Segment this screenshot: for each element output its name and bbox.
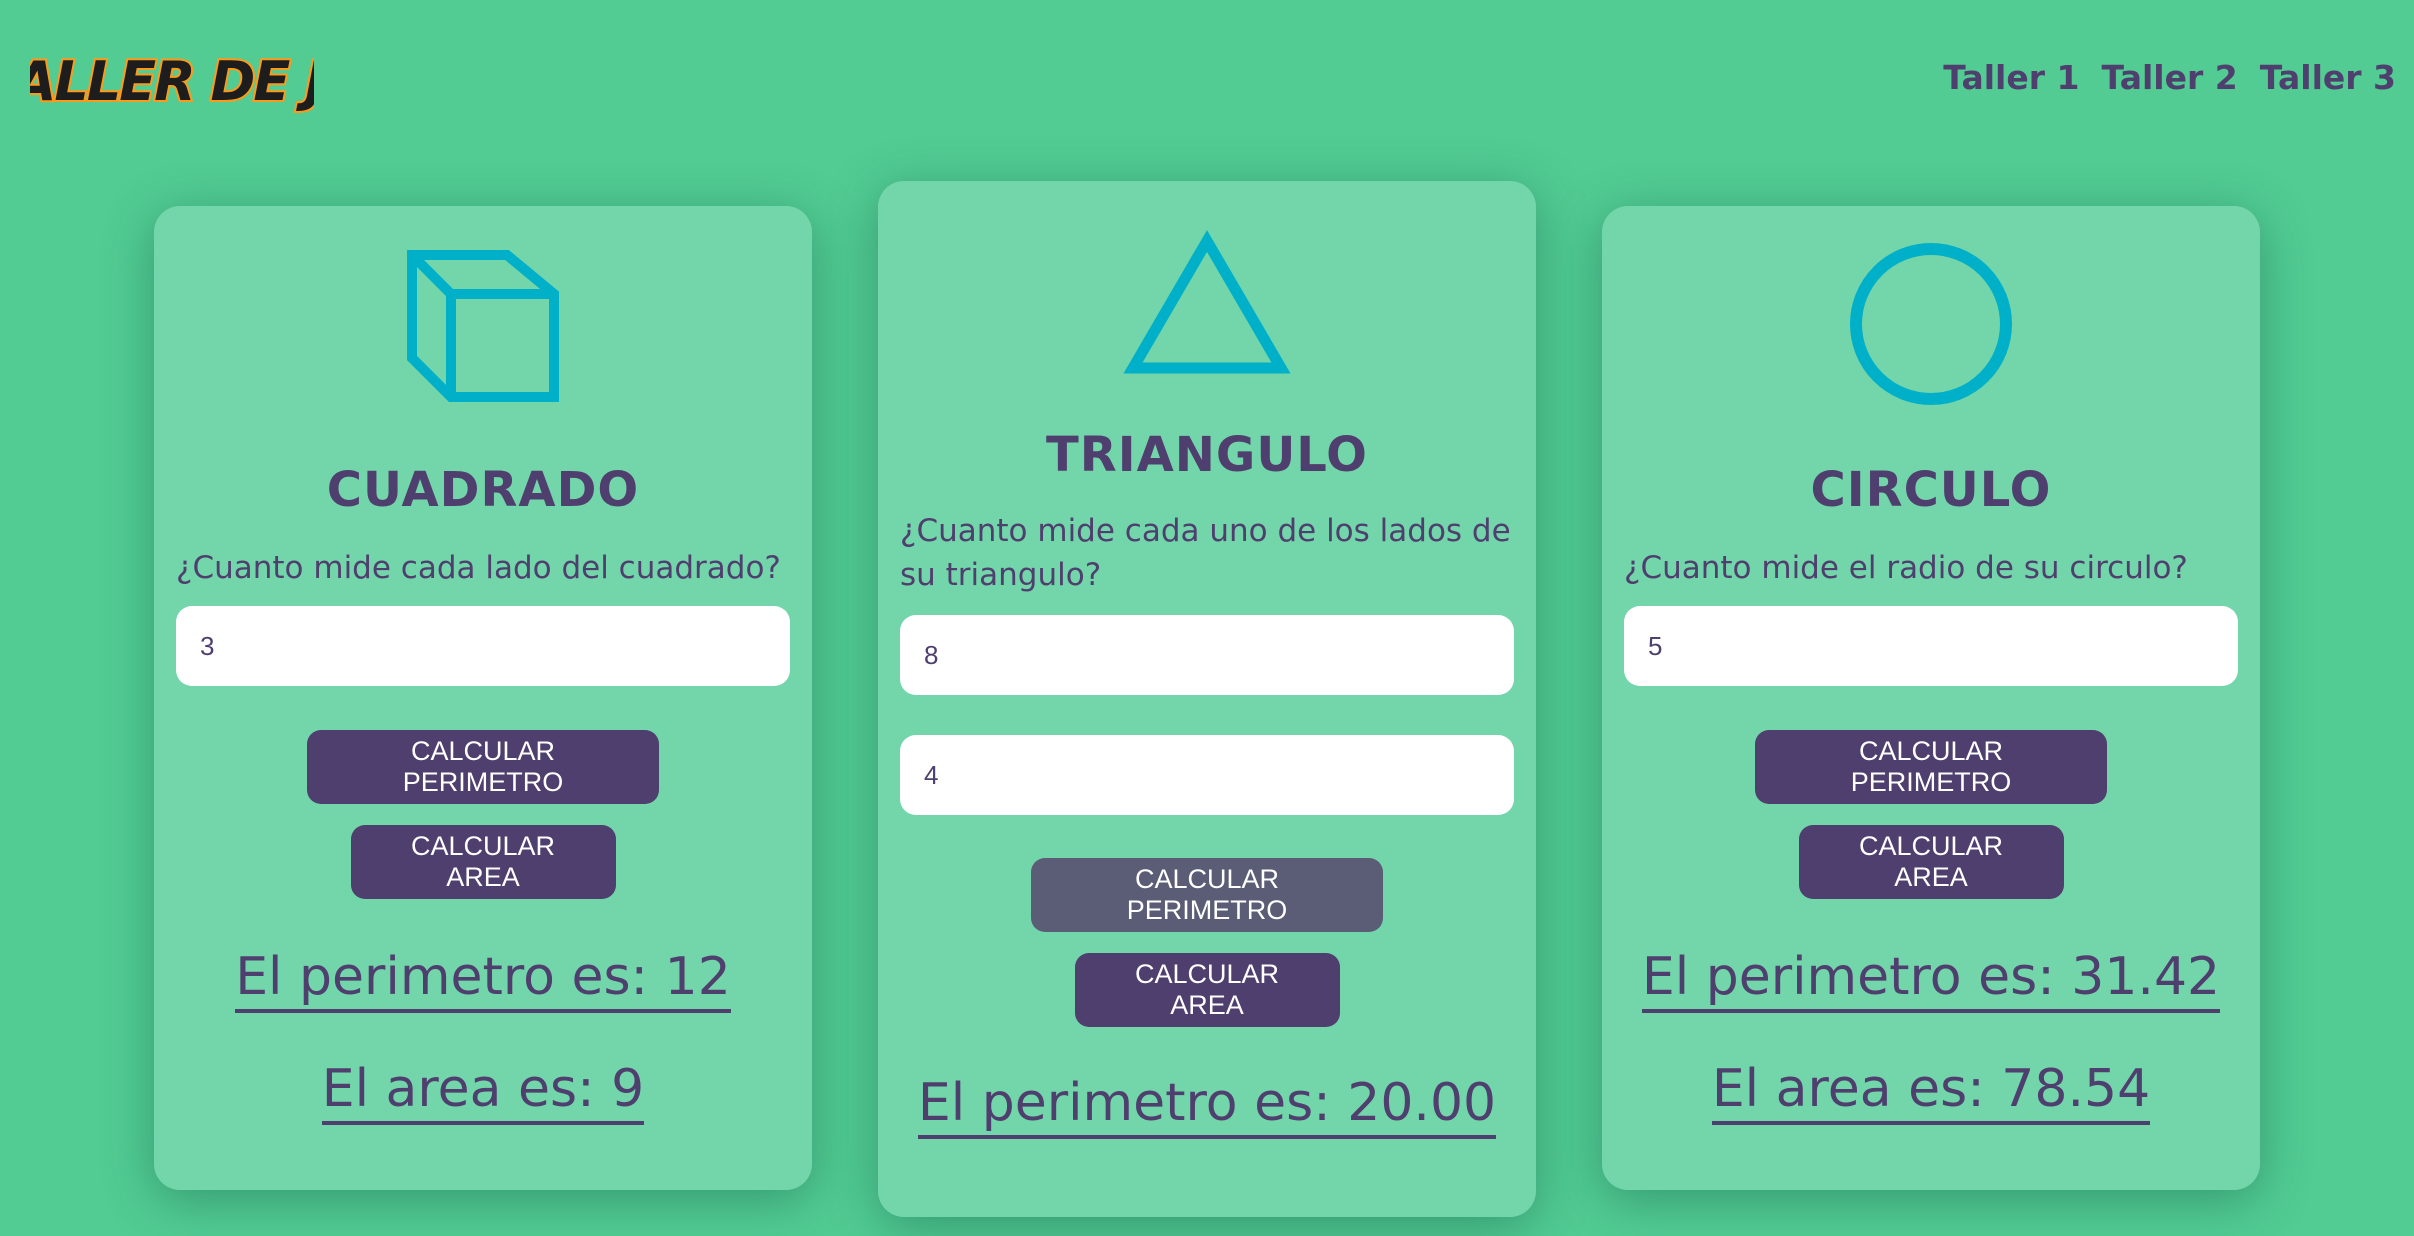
square-calculate-perimeter-button[interactable]: CALCULAR PERIMETRO	[307, 730, 659, 804]
square-side-input[interactable]	[176, 606, 790, 686]
square-perimeter-result: El perimetro es: 12	[235, 945, 731, 1013]
square-calculate-area-button[interactable]: CALCULAR AREA	[350, 825, 616, 899]
nav-link-taller-3[interactable]: Taller 3	[2260, 58, 2396, 97]
circle-perimeter-result: El perimetro es: 31.42	[1641, 945, 2221, 1013]
logo-text: TALLER DE JS	[30, 50, 314, 113]
triangle-perimeter-result: El perimetro es: 20.00	[917, 1071, 1497, 1139]
circle-radius-input[interactable]	[1624, 606, 2238, 686]
square-question: ¿Cuanto mide cada lado del cuadrado?	[176, 550, 781, 586]
logo-graphic: TALLER DE JS	[30, 48, 314, 115]
triangle-calculate-area-button[interactable]: CALCULAR AREA	[1074, 953, 1340, 1027]
triangle-icon	[1123, 230, 1291, 374]
triangle-base-input[interactable]	[900, 735, 1514, 815]
triangle-card: TRIANGULO ¿Cuanto mide cada uno de los l…	[878, 181, 1536, 1217]
circle-calculate-perimeter-button[interactable]: CALCULAR PERIMETRO	[1755, 730, 2107, 804]
cube-icon	[407, 250, 559, 402]
triangle-question: ¿Cuanto mide cada uno de los lados de su…	[900, 513, 1511, 593]
triangle-side-input[interactable]	[900, 615, 1514, 695]
circle-area-result: El area es: 78.54	[1711, 1057, 2151, 1125]
square-title: CUADRADO	[326, 462, 640, 518]
square-area-result: El area es: 9	[321, 1057, 645, 1125]
triangle-title: TRIANGULO	[1046, 427, 1368, 483]
logo: TALLER DE JS	[30, 46, 314, 120]
top-nav: Taller 1 Taller 2 Taller 3	[1943, 58, 2396, 97]
nav-link-taller-1[interactable]: Taller 1	[1943, 58, 2079, 97]
circle-icon	[1850, 243, 2012, 405]
nav-link-taller-2[interactable]: Taller 2	[2101, 58, 2237, 97]
circle-calculate-area-button[interactable]: CALCULAR AREA	[1798, 825, 2064, 899]
circle-question: ¿Cuanto mide el radio de su circulo?	[1624, 550, 2188, 586]
circle-card: CIRCULO ¿Cuanto mide el radio de su circ…	[1602, 206, 2260, 1190]
triangle-calculate-perimeter-button[interactable]: CALCULAR PERIMETRO	[1031, 858, 1383, 932]
square-card: CUADRADO ¿Cuanto mide cada lado del cuad…	[154, 206, 812, 1190]
circle-title: CIRCULO	[1810, 462, 2052, 518]
